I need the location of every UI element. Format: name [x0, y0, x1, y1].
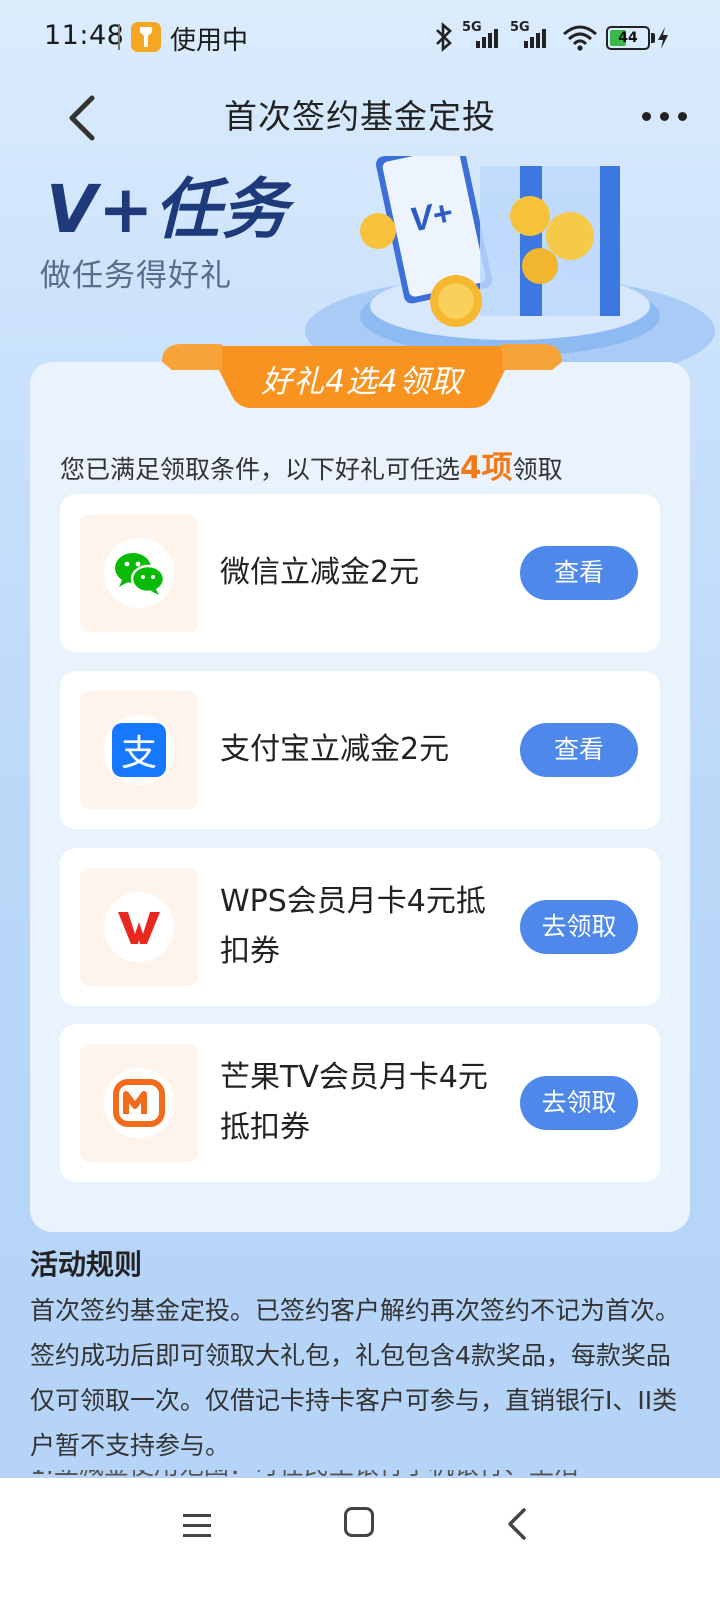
claim-button[interactable]: 去领取: [520, 900, 638, 954]
rewards-description: 您已满足领取条件，以下好礼可任选4项领取: [60, 442, 563, 487]
signal-2-label: 5G: [510, 20, 530, 35]
ribbon-label: 好礼4选4领取: [261, 364, 463, 400]
wifi-icon: [562, 24, 598, 56]
more-dot: [678, 112, 687, 121]
reward-name: 芒果TV会员月卡4元抵扣券: [220, 1060, 488, 1145]
reward-icon-box: [80, 514, 198, 632]
wps-icon: [104, 892, 174, 962]
status-separator: [118, 24, 120, 50]
status-bar: 11:48 使用中 5G 5G 44: [0, 0, 720, 78]
desc-suffix: 领取: [512, 455, 563, 484]
hero-banner: V+ V+任务 做任务得好礼: [0, 156, 720, 376]
battery-icon: 44: [606, 26, 650, 50]
reward-name: WPS会员月卡4元抵扣券: [220, 884, 486, 969]
alipay-icon: 支: [104, 715, 174, 785]
reward-item-alipay: 支 支付宝立减金2元 查看: [60, 671, 660, 829]
charging-icon: [656, 26, 670, 54]
wechat-icon: [104, 538, 174, 608]
status-time: 11:48: [44, 20, 125, 51]
rules-body: 首次签约基金定投。已签约客户解约再次签约不记为首次。签约成功后即可领取大礼包，礼…: [30, 1296, 681, 1460]
rules-title: 活动规则: [30, 1248, 143, 1281]
signal-icon: 5G: [462, 20, 506, 56]
signal-1-label: 5G: [462, 20, 482, 35]
claim-button[interactable]: 去领取: [520, 1076, 638, 1130]
view-button[interactable]: 查看: [520, 546, 638, 600]
view-button[interactable]: 查看: [520, 723, 638, 777]
desc-highlight: 4项: [460, 450, 513, 486]
hero-subtitle: 做任务得好礼: [40, 258, 232, 294]
reward-icon-box: [80, 1044, 198, 1162]
system-nav-bar: [0, 1478, 720, 1600]
page-title: 首次签约基金定投: [224, 97, 496, 136]
battery-level: 44: [618, 30, 638, 46]
desc-prefix: 您已满足领取条件，以下好礼可任选: [60, 455, 461, 484]
more-dot: [642, 112, 651, 121]
reward-name: 微信立减金2元: [220, 555, 420, 590]
menu-icon[interactable]: [180, 1508, 214, 1542]
more-dot: [660, 112, 669, 121]
home-square-icon[interactable]: [344, 1507, 374, 1537]
reward-icon-box: [80, 868, 198, 986]
signal-icon: 5G: [510, 20, 554, 56]
reward-item-mango-tv: 芒果TV会员月卡4元抵扣券 去领取: [60, 1024, 660, 1182]
bluetooth-icon: [432, 22, 456, 56]
torch-icon: [131, 22, 161, 52]
battery-tip: [651, 33, 655, 43]
status-app-label: 使用中: [170, 26, 249, 56]
hero-title: V+任务: [46, 171, 289, 248]
back-triangle-icon[interactable]: [500, 1504, 534, 1544]
svg-text:支: 支: [121, 733, 157, 774]
more-button[interactable]: [636, 96, 692, 136]
reward-item-wechat: 微信立减金2元 查看: [60, 494, 660, 652]
app-header: 首次签约基金定投: [0, 78, 720, 156]
reward-item-wps: WPS会员月卡4元抵扣券 去领取: [60, 848, 660, 1006]
reward-name: 支付宝立减金2元: [220, 732, 450, 767]
mango-tv-icon: [104, 1068, 174, 1138]
reward-icon-box: 支: [80, 691, 198, 809]
